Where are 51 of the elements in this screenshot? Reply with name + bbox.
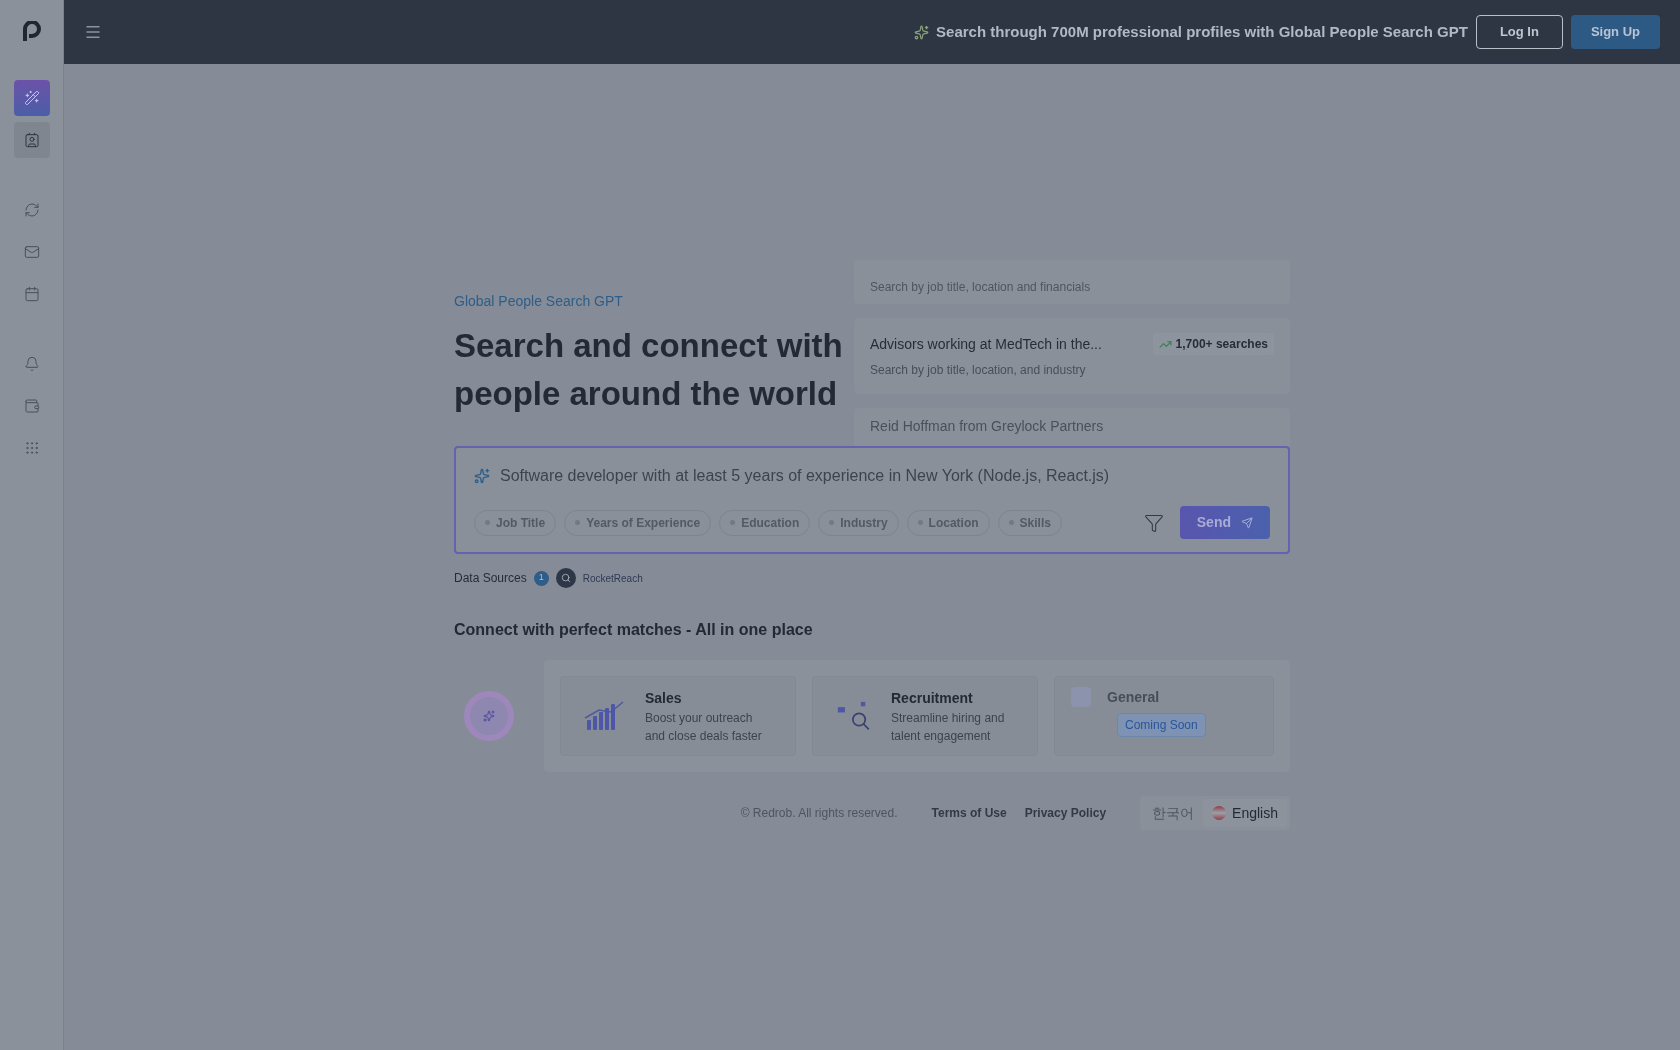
sidebar-item[interactable]: [13, 122, 50, 158]
coming-soon-badge: Coming Soon: [1117, 713, 1206, 737]
suggestion-card[interactable]: Search by job title, location and financials: [854, 260, 1290, 304]
promo-text: Search through 700M professional profiles with Global People Search GPT: [936, 21, 1468, 42]
sidebar-item[interactable]: [13, 80, 50, 116]
eyebrow-text: Global People Search GPT: [454, 292, 624, 311]
send-button[interactable]: Send: [1179, 506, 1270, 539]
login-button[interactable]: Log In: [1475, 15, 1563, 49]
language-option[interactable]: 한국어: [1143, 799, 1204, 827]
filter-icon: [1143, 512, 1164, 533]
footer-link[interactable]: Privacy Policy: [1024, 804, 1107, 822]
bell-icon: [23, 356, 40, 372]
signup-button[interactable]: Sign Up: [1570, 15, 1660, 49]
suggestion-card[interactable]: Reid Hoffman from Greylock Partners: [854, 408, 1290, 448]
sparkle-icon: [474, 468, 490, 484]
suggestion-title: Advisors working at MedTech in the...: [870, 334, 1102, 354]
copyright-text: © Redrob. All rights reserved.: [740, 805, 898, 822]
search-input[interactable]: Software developer with at least 5 years of experience in New York (Node.js, React.js): [500, 464, 1110, 488]
calendar-icon: [23, 286, 40, 302]
category-title: Recruitment: [891, 688, 974, 708]
suggestion-card[interactable]: Advisors working at MedTech in the... 1,700+ searches Search by job title, location, and industry: [854, 318, 1290, 394]
magic-wand-icon: [23, 90, 40, 106]
menu-button[interactable]: [84, 23, 102, 41]
category-title: General: [1107, 688, 1160, 707]
category-description: Streamline hiring and talent engagement: [891, 709, 1006, 745]
suggestion-title: Reid Hoffman from Greylock Partners: [870, 417, 1104, 436]
suggestion-subtitle: Search by job title, location and financials: [870, 279, 1092, 296]
data-sources-label: Data Sources: [454, 570, 527, 587]
send-icon: [1241, 516, 1253, 529]
section-heading: Connect with perfect matches - All in one place: [454, 620, 814, 640]
sparkle-orb-icon: [464, 691, 514, 741]
filter-button[interactable]: [1143, 512, 1164, 533]
category-description: Boost your outreach and close deals faster: [645, 709, 763, 745]
flag-icon: [1212, 806, 1227, 820]
source-name: RocketReach: [582, 571, 643, 586]
category-title: Sales: [645, 688, 683, 708]
logo-icon: [20, 21, 43, 43]
footer-link[interactable]: Terms of Use: [931, 804, 1007, 822]
mail-icon: [23, 244, 40, 260]
hero-title: Search and connect with people around the world: [454, 326, 844, 414]
wallet-icon: [23, 398, 40, 414]
grid-icon: [23, 440, 40, 456]
sparkle-icon: [914, 24, 930, 40]
category-card[interactable]: Recruitment Streamline hiring and talent engagement: [812, 676, 1038, 756]
count-badge: 1: [533, 570, 549, 586]
suggestion-subtitle: Search by job title, location, and industry: [870, 362, 1087, 379]
contact-card-icon: [23, 132, 40, 148]
refresh-icon: [23, 202, 40, 218]
search-count-badge: 1,700+ searches: [1152, 333, 1274, 355]
menu-icon: [84, 23, 102, 41]
category-card[interactable]: Sales Boost your outreach and close deals faster: [560, 676, 796, 756]
